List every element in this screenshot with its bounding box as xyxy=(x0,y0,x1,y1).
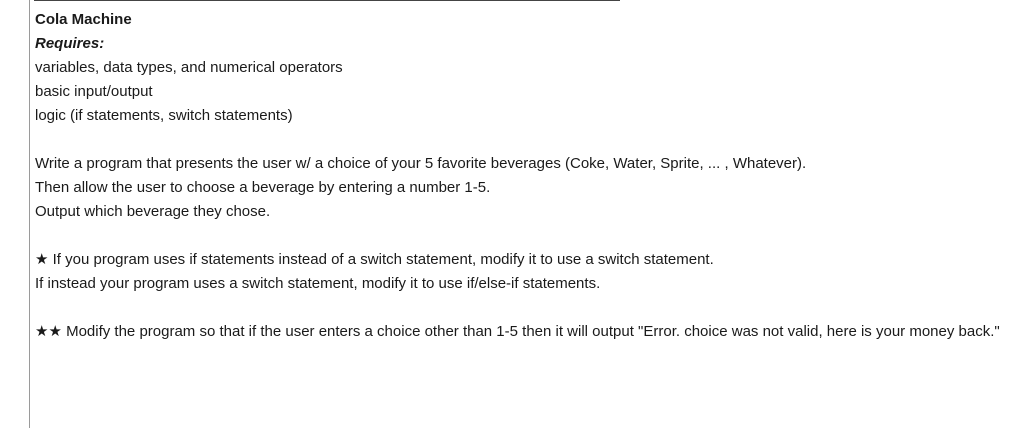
requirement-item: variables, data types, and numerical ope… xyxy=(35,59,343,76)
exercise-title: Cola Machine xyxy=(35,11,132,28)
challenge-one-line: ★ If you program uses if statements inst… xyxy=(35,248,1020,272)
exercise-content: Cola Machine Requires: variables, data t… xyxy=(35,8,1020,344)
instruction-line: Output which beverage they chose. xyxy=(35,203,271,220)
instruction-line: Then allow the user to choose a beverage… xyxy=(35,179,491,196)
challenge-two-text: Modify the program so that if the user e… xyxy=(61,323,1000,340)
instruction-line: Write a program that presents the user w… xyxy=(35,155,807,172)
top-rule xyxy=(34,0,620,1)
challenge-one-alt-line: If instead your program uses a switch st… xyxy=(35,275,601,292)
challenge-one-text: If you program uses if statements instea… xyxy=(48,251,714,268)
requirement-item: basic input/output xyxy=(35,83,153,100)
star-icon: ★ xyxy=(35,251,49,268)
double-star-icon: ★★ xyxy=(35,323,62,340)
requirement-item: logic (if statements, switch statements) xyxy=(35,107,293,124)
challenge-two-line: ★★ Modify the program so that if the use… xyxy=(35,320,1020,344)
left-border xyxy=(29,0,30,428)
requires-label: Requires: xyxy=(35,35,105,52)
